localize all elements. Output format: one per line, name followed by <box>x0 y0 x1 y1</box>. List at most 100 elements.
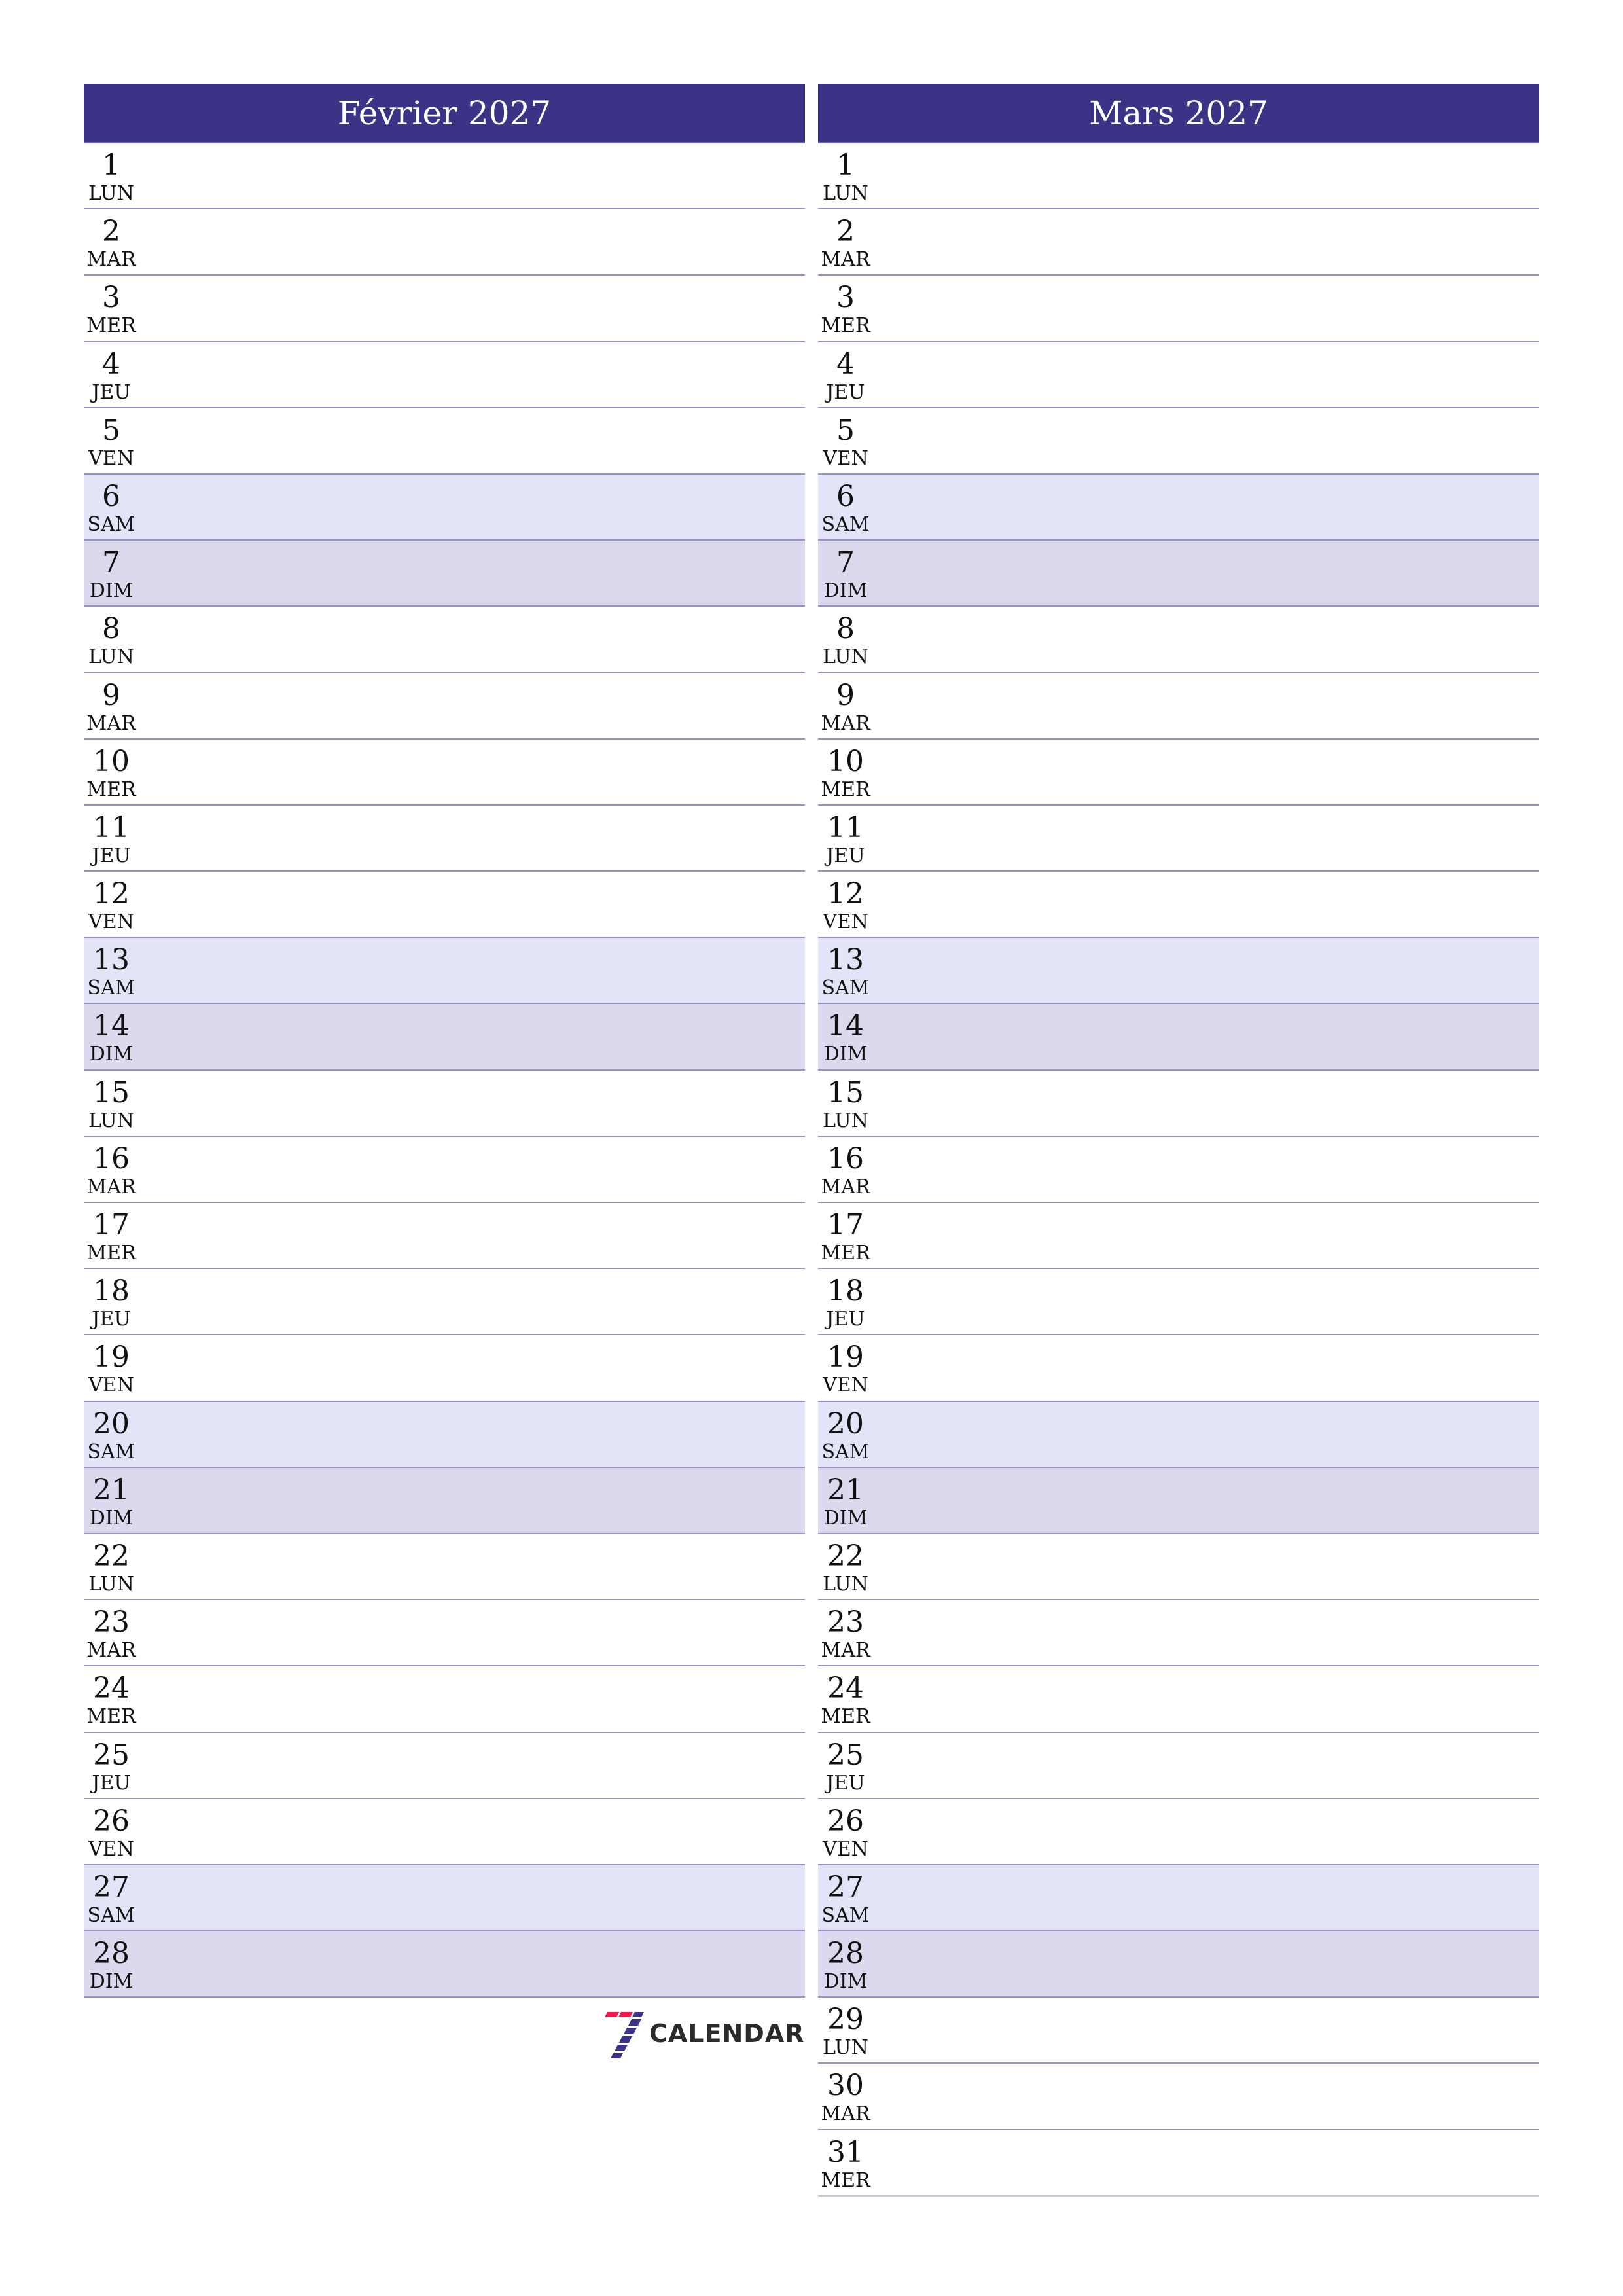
weekday-name: VEN <box>823 1374 868 1397</box>
day-number: 15 <box>93 1075 130 1109</box>
day-label: 24 MER <box>84 1666 139 1727</box>
day-row[interactable]: 28 DIM <box>84 1931 805 1998</box>
day-row[interactable]: 23 MAR <box>84 1600 805 1667</box>
day-label: 23 MAR <box>818 1600 873 1660</box>
day-row[interactable]: 31 MER <box>818 2130 1539 2197</box>
day-number: 28 <box>827 1937 864 1971</box>
day-row[interactable]: 15 LUN <box>818 1071 1539 1137</box>
day-number: 7 <box>102 546 120 580</box>
day-label: 3 MER <box>818 276 873 336</box>
day-row[interactable]: 11 JEU <box>818 806 1539 872</box>
day-number: 11 <box>827 810 864 844</box>
day-row[interactable]: 10 MER <box>84 740 805 806</box>
day-number: 14 <box>827 1009 864 1043</box>
weekday-name: MER <box>821 2168 870 2192</box>
day-row[interactable]: 3 MER <box>818 276 1539 342</box>
day-row[interactable]: 22 LUN <box>818 1534 1539 1601</box>
day-row[interactable]: 15 LUN <box>84 1071 805 1137</box>
day-number: 27 <box>93 1870 130 1904</box>
brand-logo-text: CALENDAR <box>649 2019 805 2048</box>
day-label: 10 MER <box>818 740 873 800</box>
day-row[interactable]: 20 SAM <box>84 1401 805 1468</box>
day-label: 14 DIM <box>818 1004 873 1064</box>
day-row[interactable]: 3 MER <box>84 276 805 342</box>
day-row[interactable]: 4 JEU <box>84 342 805 408</box>
weekday-name: MAR <box>821 2102 870 2126</box>
month-march: Mars 2027 1 LUN 2 MAR 3 MER 4 JEU 5 VEN 6 SAM 7 DIM 8 L… <box>818 84 1539 2197</box>
day-row[interactable]: 5 VEN <box>84 408 805 475</box>
day-row[interactable]: 23 MAR <box>818 1600 1539 1667</box>
weekday-name: MAR <box>821 1639 870 1662</box>
day-row[interactable]: 20 SAM <box>818 1401 1539 1468</box>
day-row[interactable]: 7 DIM <box>84 541 805 607</box>
weekday-name: MER <box>821 1242 870 1265</box>
day-row[interactable]: 9 MAR <box>818 673 1539 740</box>
day-row[interactable]: 1 LUN <box>84 143 805 210</box>
day-row[interactable]: 21 DIM <box>84 1467 805 1534</box>
day-label: 11 JEU <box>818 806 873 866</box>
day-label: 12 VEN <box>84 872 139 932</box>
day-number: 14 <box>93 1009 130 1043</box>
day-row[interactable]: 9 MAR <box>84 673 805 740</box>
day-row[interactable]: 24 MER <box>818 1666 1539 1733</box>
day-row[interactable]: 1 LUN <box>818 143 1539 210</box>
day-row[interactable]: 5 VEN <box>818 408 1539 475</box>
day-row[interactable]: 16 MAR <box>818 1137 1539 1203</box>
day-number: 9 <box>102 678 120 712</box>
day-row[interactable]: 27 SAM <box>818 1865 1539 1932</box>
day-row[interactable]: 17 MER <box>818 1203 1539 1270</box>
weekday-name: VEN <box>88 1837 134 1861</box>
day-number: 13 <box>827 943 864 977</box>
day-row[interactable]: 16 MAR <box>84 1137 805 1203</box>
weekday-name: JEU <box>826 1771 865 1795</box>
day-row[interactable]: 30 MAR <box>818 2064 1539 2130</box>
day-row[interactable]: 18 JEU <box>84 1269 805 1336</box>
day-row[interactable]: 18 JEU <box>818 1269 1539 1336</box>
day-row[interactable]: 19 VEN <box>84 1335 805 1402</box>
day-row[interactable]: 24 MER <box>84 1666 805 1733</box>
day-row[interactable]: 27 SAM <box>84 1865 805 1932</box>
day-row[interactable]: 21 DIM <box>818 1467 1539 1534</box>
day-row[interactable]: 25 JEU <box>818 1733 1539 1799</box>
day-row[interactable]: 17 MER <box>84 1203 805 1270</box>
day-row[interactable]: 2 MAR <box>818 209 1539 276</box>
day-number: 31 <box>827 2135 864 2169</box>
weekday-name: VEN <box>823 446 868 470</box>
day-row[interactable]: 22 LUN <box>84 1534 805 1601</box>
day-row[interactable]: 14 DIM <box>818 1004 1539 1071</box>
day-row[interactable]: 6 SAM <box>818 474 1539 541</box>
weekday-name: MAR <box>821 711 870 735</box>
day-label: 10 MER <box>84 740 139 800</box>
day-row[interactable]: 25 JEU <box>84 1733 805 1799</box>
day-row[interactable]: 19 VEN <box>818 1335 1539 1402</box>
day-row[interactable]: 26 VEN <box>84 1799 805 1865</box>
day-row[interactable]: 4 JEU <box>818 342 1539 408</box>
weekday-name: MAR <box>86 248 136 272</box>
day-label: 17 MER <box>84 1203 139 1263</box>
day-row[interactable]: 7 DIM <box>818 541 1539 607</box>
weekday-name: LUN <box>88 1572 134 1596</box>
day-row[interactable]: 28 DIM <box>818 1931 1539 1998</box>
day-number: 6 <box>102 479 120 513</box>
day-row[interactable]: 13 SAM <box>818 938 1539 1005</box>
day-row[interactable]: 10 MER <box>818 740 1539 806</box>
day-number: 4 <box>836 347 855 381</box>
day-row[interactable]: 6 SAM <box>84 474 805 541</box>
day-row[interactable]: 29 LUN <box>818 1998 1539 2064</box>
weekday-name: SAM <box>821 512 870 536</box>
weekday-name: JEU <box>92 844 131 867</box>
day-row[interactable]: 2 MAR <box>84 209 805 276</box>
day-row[interactable]: 14 DIM <box>84 1004 805 1071</box>
weekday-name: JEU <box>92 1308 131 1331</box>
day-row[interactable]: 13 SAM <box>84 938 805 1005</box>
day-row[interactable]: 11 JEU <box>84 806 805 872</box>
day-row[interactable]: 26 VEN <box>818 1799 1539 1865</box>
weekday-name: SAM <box>87 977 135 1000</box>
day-number: 13 <box>93 943 130 977</box>
day-row[interactable]: 12 VEN <box>818 872 1539 939</box>
day-row[interactable]: 12 VEN <box>84 872 805 939</box>
day-row[interactable]: 8 LUN <box>818 607 1539 673</box>
day-label: 13 SAM <box>818 938 873 998</box>
day-label: 1 LUN <box>84 143 139 204</box>
day-row[interactable]: 8 LUN <box>84 607 805 673</box>
